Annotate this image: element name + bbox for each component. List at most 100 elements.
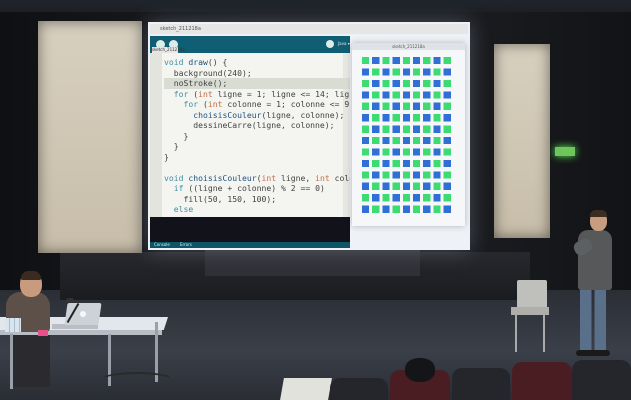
output-square	[423, 102, 431, 110]
output-square	[443, 79, 451, 88]
debug-button[interactable]	[326, 40, 334, 48]
console-tab[interactable]: Console	[154, 242, 170, 248]
speaker-hair	[590, 210, 607, 217]
output-square	[402, 57, 410, 65]
output-square	[362, 182, 370, 190]
output-square	[402, 182, 410, 190]
output-square	[392, 114, 400, 122]
output-square	[402, 205, 410, 213]
output-square	[443, 125, 451, 133]
output-square	[443, 102, 451, 110]
output-square	[392, 137, 400, 145]
output-square	[433, 79, 441, 88]
output-square	[362, 79, 370, 88]
output-square	[413, 102, 421, 110]
output-square	[443, 171, 451, 179]
code-line: }	[164, 130, 189, 141]
output-square	[382, 79, 390, 88]
output-square	[382, 102, 390, 110]
output-square	[382, 114, 390, 122]
code-line: }	[164, 141, 179, 151]
output-square	[372, 125, 380, 133]
output-square	[423, 205, 431, 213]
water-bottles	[5, 318, 21, 332]
output-square	[413, 171, 421, 179]
output-square	[423, 79, 431, 88]
output-square	[372, 148, 380, 156]
code-line: void choisisCouleur(int ligne, int colon…	[164, 172, 350, 183]
output-square	[413, 148, 421, 156]
output-square	[392, 57, 400, 65]
mode-selector[interactable]: Java ▾	[338, 41, 350, 46]
output-square	[382, 148, 390, 156]
output-square	[443, 57, 451, 65]
acoustic-panel-right	[494, 44, 550, 238]
output-square	[392, 205, 400, 213]
output-square	[372, 102, 380, 110]
output-square	[362, 68, 370, 76]
output-square	[443, 194, 451, 202]
output-square	[423, 91, 431, 99]
output-square	[402, 159, 410, 168]
code-line: background(240);	[164, 67, 252, 78]
output-square	[413, 137, 421, 145]
errors-tab[interactable]: Errors	[180, 242, 192, 248]
output-square	[413, 182, 421, 190]
output-square	[372, 57, 380, 65]
output-square	[402, 68, 410, 76]
output-square	[423, 68, 431, 76]
output-square	[382, 194, 390, 202]
line-gutter	[150, 53, 162, 217]
output-square	[423, 182, 431, 190]
speaker-legs	[580, 288, 606, 354]
audience-seat	[330, 378, 388, 400]
output-square	[392, 102, 400, 110]
audience-seat	[572, 360, 631, 400]
output-square	[433, 148, 441, 156]
output-square	[443, 159, 451, 168]
stage-step	[205, 250, 420, 276]
output-square	[372, 171, 380, 179]
sketch-title: sketch_211218a	[160, 26, 201, 32]
output-square	[372, 68, 380, 76]
output-square	[382, 91, 390, 99]
output-square	[433, 171, 441, 179]
output-square	[413, 125, 421, 133]
sketch-titlebar: sketch_211218a	[150, 24, 468, 34]
output-square	[372, 205, 380, 213]
output-square	[402, 79, 410, 88]
output-square	[382, 171, 390, 179]
output-square	[433, 137, 441, 145]
output-square	[402, 91, 410, 99]
output-square	[443, 182, 451, 190]
output-square	[382, 68, 390, 76]
output-square	[423, 137, 431, 145]
output-square	[423, 159, 431, 168]
console-area	[150, 217, 350, 242]
output-square	[392, 79, 400, 88]
output-square	[382, 137, 390, 145]
output-square	[372, 137, 380, 145]
output-square	[372, 114, 380, 122]
pink-object	[38, 330, 48, 336]
output-square	[402, 194, 410, 202]
audience-member-head	[405, 358, 435, 382]
chair-back	[517, 280, 547, 310]
output-square	[433, 57, 441, 65]
output-square	[372, 182, 380, 190]
output-square	[362, 148, 370, 156]
code-line: for (int ligne = 1; ligne <= 14; ligne++…	[173, 88, 350, 99]
output-square	[392, 182, 400, 190]
output-square	[443, 148, 451, 156]
output-square	[372, 79, 380, 88]
console-bar: Console Errors	[150, 242, 350, 248]
audience-seat	[512, 362, 572, 400]
output-titlebar: sketch_211218a	[352, 43, 465, 50]
output-square	[423, 57, 431, 65]
output-square	[423, 114, 431, 122]
output-square	[362, 125, 370, 133]
output-square	[433, 68, 441, 76]
output-square	[433, 91, 441, 99]
code-editor[interactable]: void draw() { background(240); noStroke(…	[150, 53, 350, 217]
exit-sign	[555, 147, 575, 156]
